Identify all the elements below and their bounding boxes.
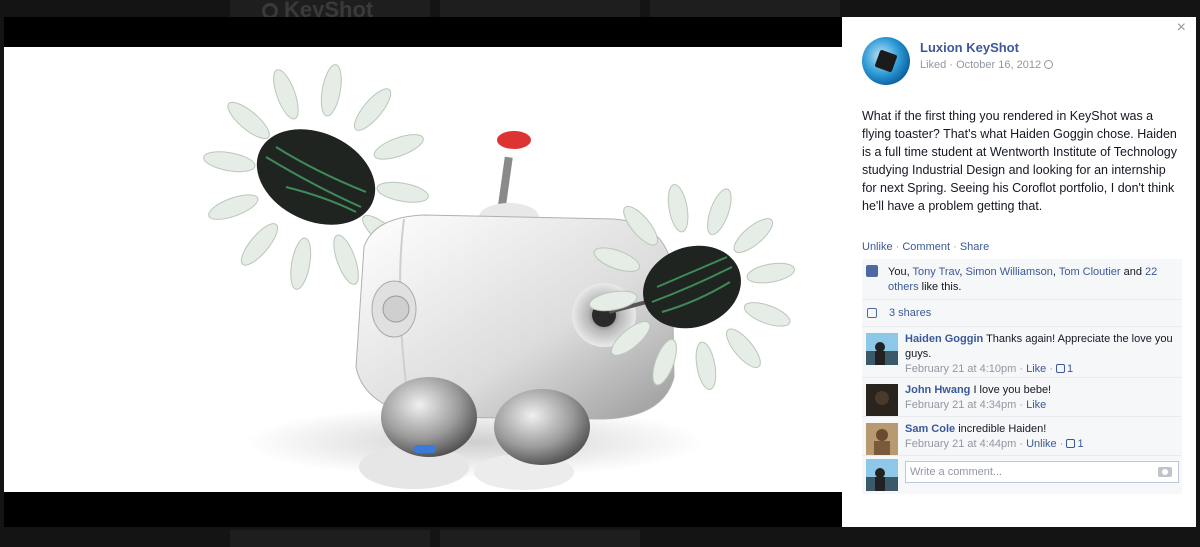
share-icon bbox=[867, 308, 877, 318]
thumbs-up-icon bbox=[866, 265, 878, 277]
write-comment-input[interactable] bbox=[905, 461, 1179, 483]
write-comment-row bbox=[862, 456, 1182, 494]
post-meta: Liked · October 16, 2012 bbox=[920, 59, 1054, 71]
likes-summary: You, Tony Trav, Simon Williamson, Tom Cl… bbox=[888, 266, 1158, 293]
comment-item: John Hwang I love you bebe! February 21 … bbox=[862, 378, 1182, 417]
comment-unlike-link[interactable]: Unlike bbox=[1026, 438, 1057, 450]
thumbs-up-icon bbox=[1066, 439, 1076, 448]
post-actions: Unlike · Comment · Share bbox=[862, 241, 990, 253]
comment-time[interactable]: February 21 at 4:10pm bbox=[905, 363, 1016, 375]
background-tile bbox=[440, 530, 640, 547]
photo[interactable] bbox=[4, 47, 842, 492]
comment-body: John Hwang I love you bebe! February 21 … bbox=[905, 384, 1052, 411]
photo-stage[interactable] bbox=[4, 17, 842, 527]
comment-body: Sam Cole incredible Haiden! February 21 … bbox=[905, 423, 1084, 450]
commenter-avatar[interactable] bbox=[866, 333, 898, 365]
shares-link[interactable]: 3 shares bbox=[889, 307, 931, 319]
flying-toaster-render bbox=[203, 64, 795, 490]
camera-icon[interactable] bbox=[1158, 467, 1172, 477]
user-avatar[interactable] bbox=[866, 459, 898, 491]
comment-like-count[interactable]: 1 bbox=[1056, 363, 1073, 375]
comment-time[interactable]: February 21 at 4:44pm bbox=[905, 438, 1016, 450]
comment-like-count[interactable]: 1 bbox=[1066, 438, 1084, 450]
comment-item: Sam Cole incredible Haiden! February 21 … bbox=[862, 417, 1182, 456]
keyshot-cube-icon bbox=[874, 49, 898, 73]
comment-author-link[interactable]: Haiden Goggin bbox=[905, 333, 983, 345]
close-icon[interactable]: × bbox=[1177, 19, 1186, 37]
comment-like-link[interactable]: Like bbox=[1026, 363, 1046, 375]
unlike-link[interactable]: Unlike bbox=[862, 241, 893, 253]
comment-text: I love you bebe! bbox=[970, 384, 1052, 396]
comment-text: incredible Haiden! bbox=[955, 423, 1047, 435]
comment-time[interactable]: February 21 at 4:34pm bbox=[905, 399, 1016, 411]
background-tile bbox=[650, 0, 840, 17]
likes-row: You, Tony Trav, Simon Williamson, Tom Cl… bbox=[862, 259, 1182, 300]
shares-row: 3 shares bbox=[862, 300, 1182, 327]
liker-link[interactable]: Tom Cloutier bbox=[1059, 266, 1121, 278]
commenter-avatar[interactable] bbox=[866, 384, 898, 416]
comment-author-link[interactable]: John Hwang bbox=[905, 384, 970, 396]
post-text: What if the first thing you rendered in … bbox=[862, 109, 1177, 213]
comment-link[interactable]: Comment bbox=[902, 241, 950, 253]
share-link[interactable]: Share bbox=[960, 241, 989, 253]
thumbs-up-icon bbox=[1056, 364, 1066, 373]
globe-icon[interactable] bbox=[1044, 60, 1054, 69]
commenter-avatar[interactable] bbox=[866, 423, 898, 455]
page-avatar[interactable] bbox=[862, 37, 910, 85]
comment-author-link[interactable]: Sam Cole bbox=[905, 423, 955, 435]
liker-link[interactable]: Simon Williamson bbox=[965, 266, 1052, 278]
post-panel: × Luxion KeyShot Liked · October 16, 201… bbox=[842, 17, 1196, 527]
page-name-link[interactable]: Luxion KeyShot bbox=[920, 40, 1019, 55]
page-header: Luxion KeyShot Liked · October 16, 2012 bbox=[862, 37, 1182, 87]
background-tile bbox=[440, 0, 640, 17]
liker-link[interactable]: Tony Trav bbox=[912, 266, 959, 278]
background-tile bbox=[230, 530, 430, 547]
feedback-box: You, Tony Trav, Simon Williamson, Tom Cl… bbox=[862, 259, 1182, 494]
liked-date: Liked · October 16, 2012 bbox=[920, 59, 1042, 71]
comment-like-link[interactable]: Like bbox=[1026, 399, 1046, 411]
comment-item: Haiden Goggin Thanks again! Appreciate t… bbox=[862, 327, 1182, 378]
comment-body: Haiden Goggin Thanks again! Appreciate t… bbox=[905, 333, 1173, 375]
